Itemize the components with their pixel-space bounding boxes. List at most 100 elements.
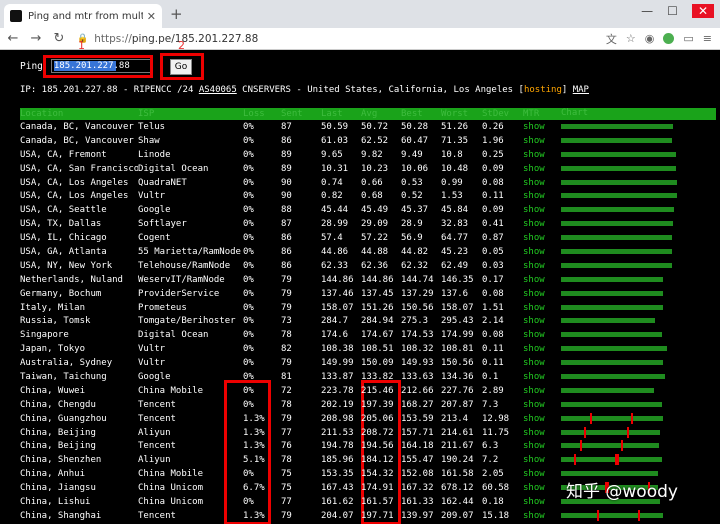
cell-mtr[interactable]: show [523,233,561,243]
new-tab-icon[interactable]: + [170,5,183,23]
close-window-icon[interactable]: ✕ [691,4,714,18]
cell-mtr[interactable]: show [523,261,561,271]
cell-stdev: 0.08 [482,330,504,341]
cell-mtr[interactable]: show [523,178,561,188]
cell-mtr[interactable]: show [523,428,561,438]
cell-mtr[interactable]: show [523,303,561,313]
cell-avg: 62.36 [361,260,389,271]
cell-mtr[interactable]: show [523,316,561,326]
cell-mtr[interactable]: show [523,469,561,479]
chart-bar [561,207,674,213]
address-bar[interactable]: 🔒 https:// ping.pe/185.201.227.88 [77,30,598,48]
annotation-label-1: 1 [78,39,85,52]
cell-mtr[interactable]: show [523,164,561,174]
cell-location: USA, CA, Los Angeles [20,177,129,188]
cell-mtr[interactable]: show [523,247,561,257]
cell-location: Canada, BC, Vancouver [20,135,134,146]
cell-mtr[interactable]: show [523,289,561,299]
header-isp: ISP [138,109,155,119]
cell-location: China, Wuwei [20,385,86,396]
cell-location: China, Shanghai [20,510,102,521]
cell-loss: 1.3% [243,510,265,521]
reload-icon[interactable]: ↻ [49,31,69,46]
translate-icon[interactable]: 文 [606,31,617,47]
cell-mtr[interactable]: show [523,150,561,160]
cell-worst: 295.43 [441,316,474,327]
cell-mtr[interactable]: show [523,275,561,285]
cell-best: 10.06 [401,163,429,174]
back-icon[interactable]: ← [3,31,23,46]
cell-last: 174.6 [321,330,349,341]
cell-mtr[interactable]: show [523,191,561,201]
cell-mtr[interactable]: show [523,358,561,368]
cell-best: 275.3 [401,316,429,327]
cell-mtr[interactable]: show [523,372,561,382]
cell-mtr[interactable]: show [523,122,561,132]
cell-isp: Aliyun [138,455,171,466]
table-row: Canada, BC, Vancouver Shaw 0% 86 61.03 62.52 6… [20,134,716,148]
cell-mtr[interactable]: show [523,497,561,507]
cell-sent: 90 [281,191,292,202]
cell-mtr[interactable]: show [523,511,561,521]
cell-worst: 45.84 [441,205,469,216]
cell-worst: 45.23 [441,246,469,257]
loss-spike [615,454,617,466]
cell-mtr[interactable]: show [523,414,561,424]
star-icon[interactable]: ☆ [626,32,636,45]
extension-green-icon[interactable] [663,33,675,44]
cell-sent: 78 [281,455,292,466]
extensions-icon[interactable]: ▭ [683,32,693,45]
cell-mtr[interactable]: show [523,455,561,465]
page-content: Ping Go 1 2 IP: 185.201.227.88 - RIPENCC… [0,39,720,524]
cell-best: 144.74 [401,274,434,285]
cell-chart [561,509,716,523]
header-loss: Loss [243,109,265,119]
cell-loss: 0% [243,330,254,341]
forward-icon[interactable]: → [26,31,46,46]
cell-avg: 194.56 [361,441,394,452]
cell-mtr[interactable]: show [523,400,561,410]
cell-mtr[interactable]: show [523,330,561,340]
cell-mtr[interactable]: show [523,219,561,229]
cell-best: 149.93 [401,358,434,369]
table-row: USA, TX, Dallas Softlayer 0% 87 28.99 29.09 28… [20,217,716,231]
cell-location: China, Chengdu [20,399,96,410]
chart-bar [561,304,663,310]
cell-sent: 88 [281,205,292,216]
cell-mtr[interactable]: show [523,386,561,396]
cell-last: 50.59 [321,121,349,132]
cell-stdev: 1.51 [482,302,504,313]
header-avg: Avg [361,109,378,119]
cell-chart [561,370,716,384]
extension-icon[interactable]: ◉ [645,32,655,45]
cell-best: 50.28 [401,121,429,132]
cell-loss: 0% [243,219,254,230]
cell-mtr[interactable]: show [523,344,561,354]
close-tab-icon[interactable]: ✕ [147,10,156,23]
cell-location: China, Jiangsu [20,483,96,494]
cell-mtr[interactable]: show [523,441,561,451]
table-row: USA, CA, San Francisco Digital Ocean 0% 89 1… [20,162,716,176]
cell-sent: 79 [281,288,292,299]
cell-stdev: 0.05 [482,246,504,257]
minimize-icon[interactable]: — [641,4,653,18]
asn-link[interactable]: AS40065 [199,85,237,95]
ip-end: ] [561,85,573,95]
cell-best: 157.71 [401,427,434,438]
cell-worst: 211.67 [441,441,474,452]
map-link[interactable]: MAP [573,85,589,95]
cell-mtr[interactable]: show [523,205,561,215]
cell-loss: 0% [243,399,254,410]
cell-mtr[interactable]: show [523,483,561,493]
browser-tab[interactable]: Ping and mtr from multiple lo ✕ [4,4,162,28]
cell-avg: 284.94 [361,316,394,327]
maximize-icon[interactable]: ☐ [667,4,678,18]
chart-bar [561,346,667,352]
cell-loss: 0% [243,149,254,160]
cell-last: 194.78 [321,441,354,452]
cell-sent: 79 [281,302,292,313]
cell-sent: 79 [281,510,292,521]
cell-mtr[interactable]: show [523,136,561,146]
cell-avg: 205.06 [361,413,394,424]
menu-icon[interactable]: ≡ [703,32,712,45]
